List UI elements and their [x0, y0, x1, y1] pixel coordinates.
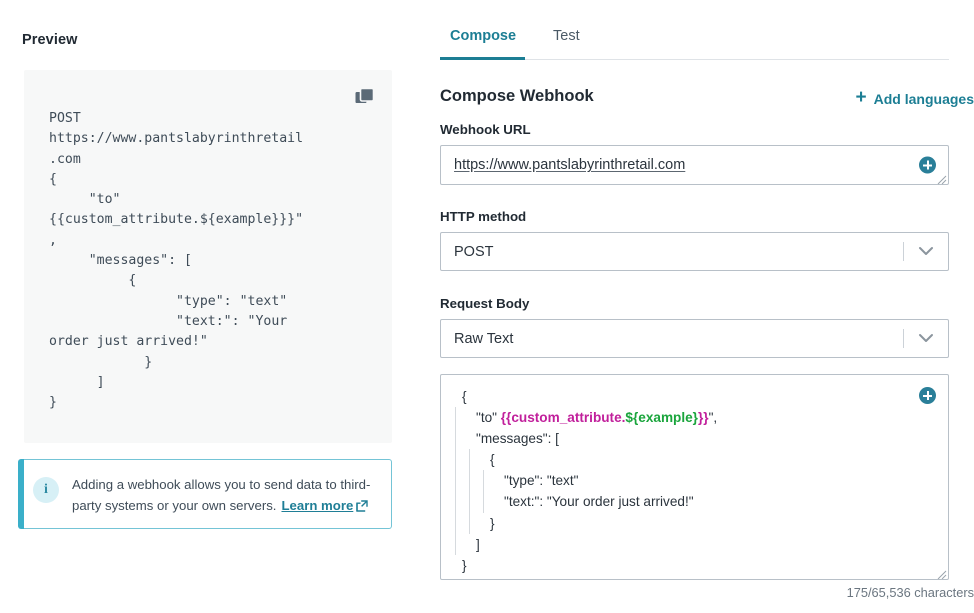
http-method-value: POST: [454, 243, 494, 260]
code-line: "messages": [: [452, 428, 717, 450]
code-line-text: {: [462, 389, 467, 404]
code-line: "text:": "Your order just arrived!": [452, 491, 717, 513]
indent-guide: [455, 428, 456, 450]
code-line: }: [452, 555, 717, 576]
request-body-value: Raw Text: [454, 330, 514, 347]
info-banner-accent-bar: [18, 459, 24, 529]
code-line-text: {: [490, 452, 495, 468]
request-body-code: {"to" {{custom_attribute.${example}}}", "…: [452, 386, 717, 576]
learn-more-label: Learn more: [281, 498, 354, 513]
code-token: "to": [476, 410, 501, 426]
code-line: }: [452, 512, 717, 534]
info-icon: i: [33, 477, 59, 503]
code-line-text: ]: [476, 536, 480, 552]
code-token: }}: [697, 410, 709, 426]
http-method-label: HTTP method: [440, 209, 527, 224]
url-resize-handle[interactable]: [936, 172, 947, 185]
tab-test[interactable]: Test: [553, 28, 580, 55]
indent-guide: [469, 470, 470, 492]
http-method-select[interactable]: POST: [440, 232, 949, 271]
code-token: ",: [708, 410, 718, 426]
code-line-text: "text:": "Your order just arrived!": [504, 494, 694, 510]
editor-add-personalization-icon[interactable]: [919, 387, 936, 404]
tab-bar: Compose Test: [440, 28, 949, 60]
request-body-divider: [903, 329, 904, 348]
url-add-personalization-icon[interactable]: [919, 156, 936, 174]
compose-panel: Compose Test Compose Webhook + Add langu…: [440, 0, 974, 613]
preview-code-text: POST https://www.pantslabyrinthretail .c…: [49, 111, 304, 411]
chevron-down-icon[interactable]: [918, 243, 934, 261]
indent-guide: [455, 470, 456, 492]
character-counter: 175/65,536 characters: [846, 585, 974, 600]
indent-guide: [483, 491, 484, 513]
learn-more-link[interactable]: Learn more: [281, 498, 368, 513]
preview-heading: Preview: [22, 32, 78, 48]
indent-guide: [469, 449, 470, 471]
info-banner-text-wrap: Adding a webhook allows you to send data…: [72, 474, 377, 518]
plus-icon: +: [855, 87, 867, 108]
indent-guide: [455, 491, 456, 513]
preview-panel: Preview POST https://www.pantslabyrinthr…: [0, 0, 420, 613]
indent-guide: [469, 512, 470, 534]
code-line-text: "type": "text": [504, 473, 579, 489]
code-line-text: }: [462, 557, 467, 573]
request-body-label: Request Body: [440, 296, 530, 311]
code-token: {{: [500, 410, 512, 426]
code-line: {: [452, 449, 717, 471]
tab-compose[interactable]: Compose: [450, 28, 516, 55]
indent-guide: [455, 407, 456, 429]
indent-guide: [455, 512, 456, 534]
code-line-text: }: [490, 515, 495, 531]
webhook-url-label: Webhook URL: [440, 122, 531, 137]
code-line: "to" {{custom_attribute.${example}}}",: [452, 407, 717, 429]
webhook-url-input[interactable]: https://www.pantslabyrinthretail.com: [440, 145, 949, 185]
indent-guide: [483, 470, 484, 492]
add-languages-label: Add languages: [873, 90, 974, 107]
request-body-editor[interactable]: {"to" {{custom_attribute.${example}}}", "…: [440, 374, 949, 580]
code-line: ]: [452, 533, 717, 555]
copy-icon[interactable]: [355, 87, 375, 107]
editor-resize-handle[interactable]: [936, 567, 947, 579]
code-token: custom_attribute: [511, 410, 622, 426]
code-line: {: [452, 386, 717, 407]
code-line: "type": "text": [452, 470, 717, 492]
preview-code-box: POST https://www.pantslabyrinthretail .c…: [24, 70, 392, 443]
chevron-down-icon[interactable]: [918, 330, 934, 348]
request-body-select[interactable]: Raw Text: [440, 319, 949, 358]
active-tab-indicator: [440, 57, 525, 60]
page-title: Compose Webhook: [440, 87, 594, 105]
http-method-divider: [903, 242, 904, 261]
webhook-compose-screen: Preview POST https://www.pantslabyrinthr…: [0, 0, 974, 613]
code-line-text: "to" {{custom_attribute.${example}}}",: [476, 410, 717, 425]
indent-guide: [455, 533, 456, 555]
indent-guide: [469, 491, 470, 513]
webhook-url-value: https://www.pantslabyrinthretail.com: [454, 157, 686, 173]
code-token: ${example}: [625, 410, 698, 426]
info-banner: i Adding a webhook allows you to send da…: [18, 459, 392, 529]
add-languages-button[interactable]: + Add languages: [855, 87, 974, 108]
external-link-icon: [356, 497, 368, 518]
code-line-text: "messages": [: [476, 431, 559, 447]
indent-guide: [455, 449, 456, 471]
